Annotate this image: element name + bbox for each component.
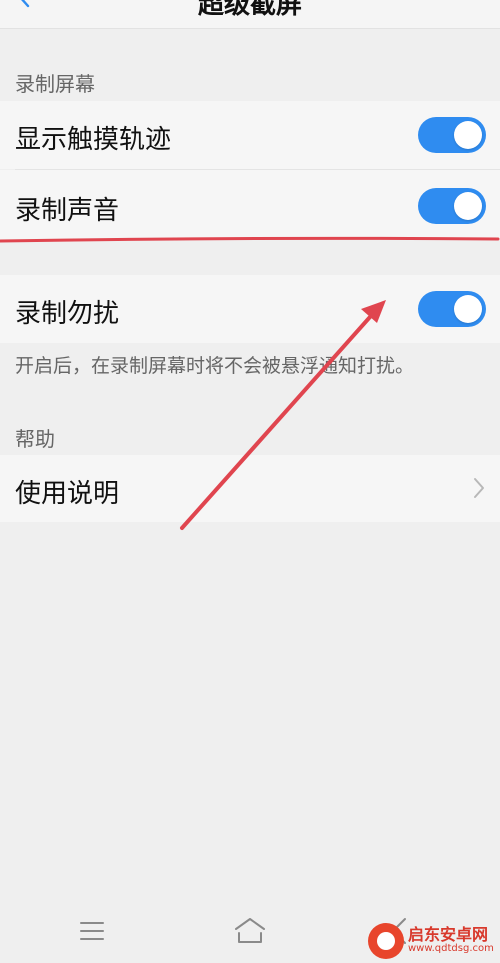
section-header-record-screen: 录制屏幕 xyxy=(15,72,95,96)
show-touch-toggle[interactable] xyxy=(418,117,486,153)
watermark-title: 启东安卓网 xyxy=(408,925,489,944)
chevron-right-icon xyxy=(474,478,484,498)
toggle-knob xyxy=(454,192,482,220)
watermark-logo-inner xyxy=(377,932,395,950)
watermark-url: www.qdtdsg.com xyxy=(408,943,494,954)
instructions-label: 使用说明 xyxy=(15,479,120,509)
top-bar: 超级截屏 xyxy=(0,0,500,29)
watermark-logo-icon xyxy=(368,923,404,959)
page-title: 超级截屏 xyxy=(197,0,302,20)
section-header-help: 帮助 xyxy=(15,427,55,451)
setting-row-instructions[interactable]: 使用说明 xyxy=(0,455,500,522)
show-touch-label: 显示触摸轨迹 xyxy=(15,125,172,155)
toggle-knob xyxy=(454,295,482,323)
watermark: 启东安卓网 www.qdtdsg.com xyxy=(360,913,500,963)
toggle-knob xyxy=(454,121,482,149)
record-sound-label: 录制声音 xyxy=(15,196,120,226)
setting-row-record-sound[interactable]: 录制声音 xyxy=(0,170,500,240)
dnd-label: 录制勿扰 xyxy=(15,299,120,329)
home-icon[interactable] xyxy=(230,911,270,951)
setting-row-dnd[interactable]: 录制勿扰 xyxy=(0,275,500,343)
dnd-toggle[interactable] xyxy=(418,291,486,327)
setting-row-show-touch[interactable]: 显示触摸轨迹 xyxy=(0,101,500,169)
dnd-description: 开启后，在录制屏幕时将不会被悬浮通知打扰。 xyxy=(15,355,415,377)
record-sound-toggle[interactable] xyxy=(418,188,486,224)
menu-icon[interactable] xyxy=(72,911,112,951)
